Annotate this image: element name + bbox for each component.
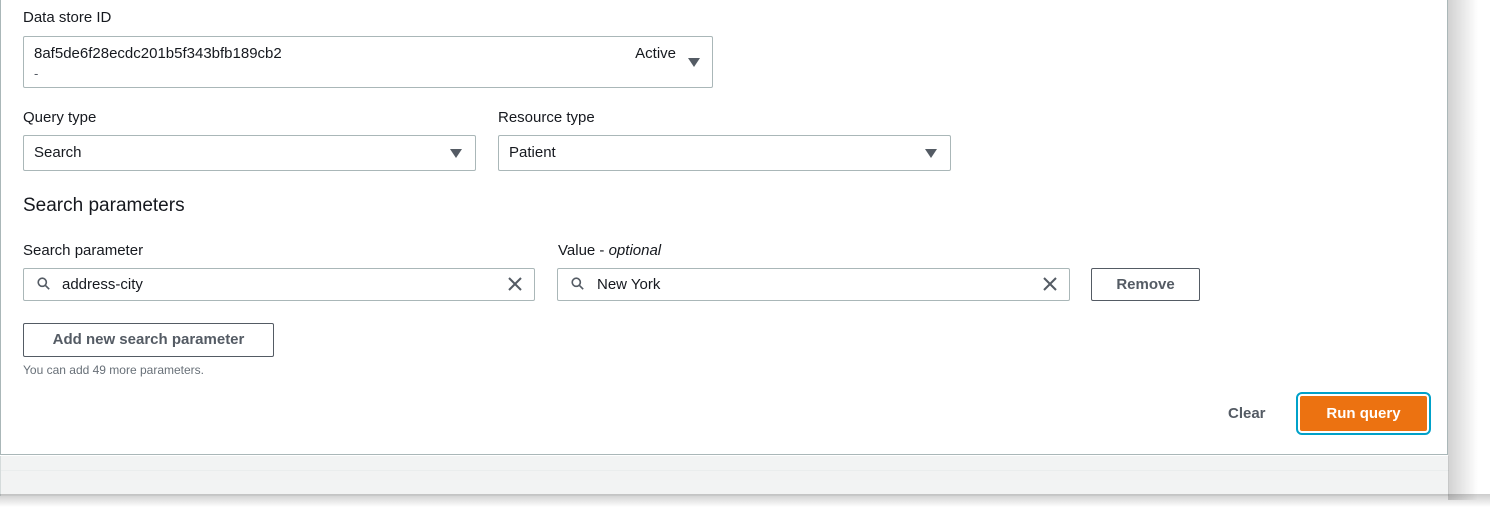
clear-button[interactable]: Clear xyxy=(1228,405,1266,422)
data-store-status: Active xyxy=(635,45,676,62)
search-parameter-label: Search parameter xyxy=(23,242,144,259)
data-store-select[interactable]: 8af5de6f28ecdc201b5f343bfb189cb2 - Activ… xyxy=(23,36,713,88)
lower-section xyxy=(0,456,1449,496)
divider xyxy=(1,470,1449,471)
value-label: Value - optional xyxy=(558,242,662,259)
search-parameter-value: address-city xyxy=(62,276,143,293)
caret-down-icon xyxy=(925,149,937,158)
caret-down-icon xyxy=(688,58,700,67)
remove-button[interactable]: Remove xyxy=(1091,268,1200,301)
add-search-parameter-button[interactable]: Add new search parameter xyxy=(23,323,274,357)
run-query-button[interactable]: Run query xyxy=(1296,392,1431,435)
clear-icon[interactable] xyxy=(507,276,523,292)
query-panel: Data store ID 8af5de6f28ecdc201b5f343bfb… xyxy=(0,0,1448,455)
value-input-value: New York xyxy=(597,276,661,293)
caret-down-icon xyxy=(450,149,462,158)
search-parameters-heading: Search parameters xyxy=(23,195,185,216)
search-parameter-input[interactable]: address-city xyxy=(23,268,535,301)
resource-type-label: Resource type xyxy=(498,109,595,126)
resource-type-select[interactable]: Patient xyxy=(498,135,951,171)
data-store-id: 8af5de6f28ecdc201b5f343bfb189cb2 xyxy=(34,45,282,62)
query-type-value: Search xyxy=(34,144,82,161)
query-type-select[interactable]: Search xyxy=(23,135,476,171)
resource-type-value: Patient xyxy=(509,144,556,161)
data-store-label: Data store ID xyxy=(23,9,112,26)
torn-edge-shadow xyxy=(0,494,1490,507)
parameters-hint: You can add 49 more parameters. xyxy=(23,363,205,377)
search-icon xyxy=(571,277,584,290)
clear-icon[interactable] xyxy=(1042,276,1058,292)
value-input[interactable]: New York xyxy=(557,268,1070,301)
search-icon xyxy=(37,277,50,290)
torn-edge-shadow xyxy=(1448,0,1478,500)
data-store-subtext: - xyxy=(34,66,39,81)
query-type-label: Query type xyxy=(23,109,97,126)
